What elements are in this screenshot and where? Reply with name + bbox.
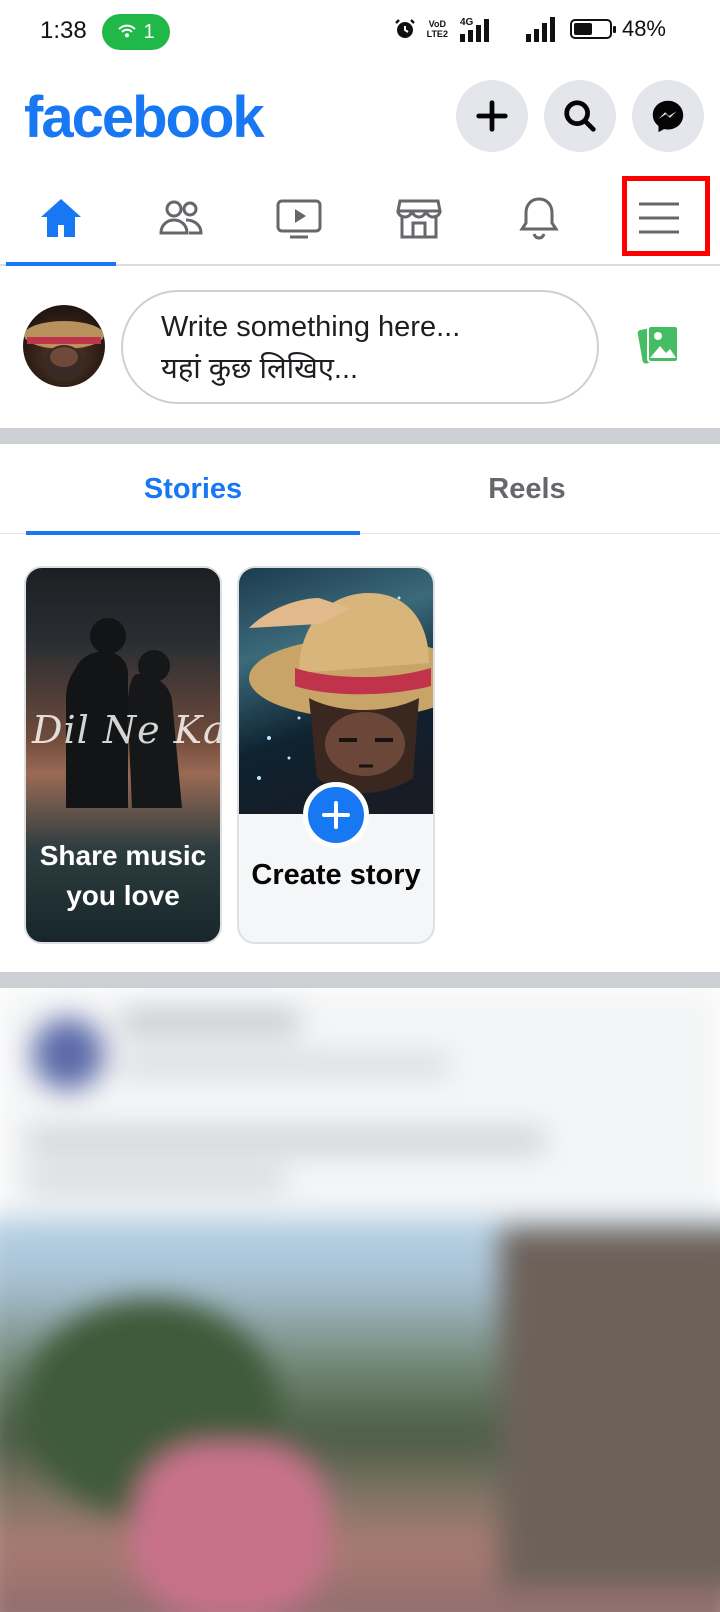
composer-input[interactable]: Write something here... यहां कुछ लिखिए..… — [121, 290, 599, 404]
user-avatar[interactable] — [23, 305, 105, 387]
search-button[interactable] — [544, 80, 616, 152]
bell-icon — [519, 197, 559, 240]
tab-notifications[interactable] — [484, 172, 594, 264]
blurred-post-content — [0, 988, 720, 1612]
svg-text:4G: 4G — [460, 17, 474, 28]
battery-fill — [573, 23, 593, 35]
create-button[interactable] — [456, 80, 528, 152]
tab-reels[interactable]: Reels — [360, 444, 694, 534]
section-divider — [0, 428, 720, 444]
battery-percent: 48% — [621, 16, 666, 41]
home-icon — [41, 199, 81, 237]
messenger-button[interactable] — [632, 80, 704, 152]
profile-photo-preview — [239, 568, 433, 814]
search-icon — [564, 100, 596, 132]
tab-watch[interactable] — [244, 172, 354, 264]
straw-hat-image — [249, 593, 433, 793]
feed-post-blurred[interactable] — [0, 988, 720, 1612]
stories-reels-tabs: Stories Reels — [0, 444, 720, 535]
status-time: 1:38 — [40, 17, 87, 44]
tab-stories[interactable]: Stories — [26, 444, 360, 535]
create-story-label: Create story — [251, 859, 421, 891]
hotspot-indicator: 1 — [102, 14, 170, 50]
messenger-icon — [652, 100, 684, 133]
friends-icon — [159, 200, 203, 235]
watch-icon — [276, 199, 322, 239]
tab-home[interactable] — [6, 172, 116, 266]
story-card-create[interactable]: Create story — [237, 566, 435, 944]
photo-icon[interactable] — [636, 320, 684, 368]
create-story-plus-button[interactable] — [303, 782, 369, 848]
menu-highlight-box — [622, 176, 710, 256]
tab-friends[interactable] — [126, 172, 236, 264]
post-composer: Write something here... यहां कुछ लिखिए..… — [0, 268, 720, 428]
section-divider — [0, 972, 720, 988]
music-overlay-text: Dil Ne Kah — [32, 708, 220, 752]
volte-indicator: VoD LTE2 — [426, 19, 448, 39]
composer-placeholder-english: Write something here... — [161, 311, 461, 343]
hotspot-icon — [118, 24, 137, 38]
plus-icon — [322, 801, 350, 829]
signal-4g-icon: 4G — [459, 17, 489, 42]
main-nav — [0, 172, 720, 266]
hotspot-count: 1 — [143, 20, 155, 43]
status-bar: 1:38 1 VoD LTE2 4G 48% — [0, 0, 720, 66]
facebook-logo[interactable]: facebook — [24, 84, 265, 151]
plus-icon — [476, 100, 508, 132]
avatar-image — [24, 321, 104, 381]
signal-icon — [525, 17, 555, 42]
post-author-avatar — [32, 1018, 104, 1090]
share-music-label: Share music you love — [39, 840, 207, 911]
status-icons: VoD LTE2 4G 48% — [393, 16, 666, 42]
composer-placeholder-hindi: यहां कुछ लिखिए... — [161, 353, 359, 385]
alarm-icon — [394, 19, 415, 38]
battery-icon — [569, 19, 616, 39]
marketplace-icon — [396, 199, 442, 239]
tab-marketplace[interactable] — [364, 172, 474, 264]
app-header: facebook — [0, 74, 720, 164]
story-card-share-music[interactable]: Dil Ne Kah Share music you love — [24, 566, 222, 944]
